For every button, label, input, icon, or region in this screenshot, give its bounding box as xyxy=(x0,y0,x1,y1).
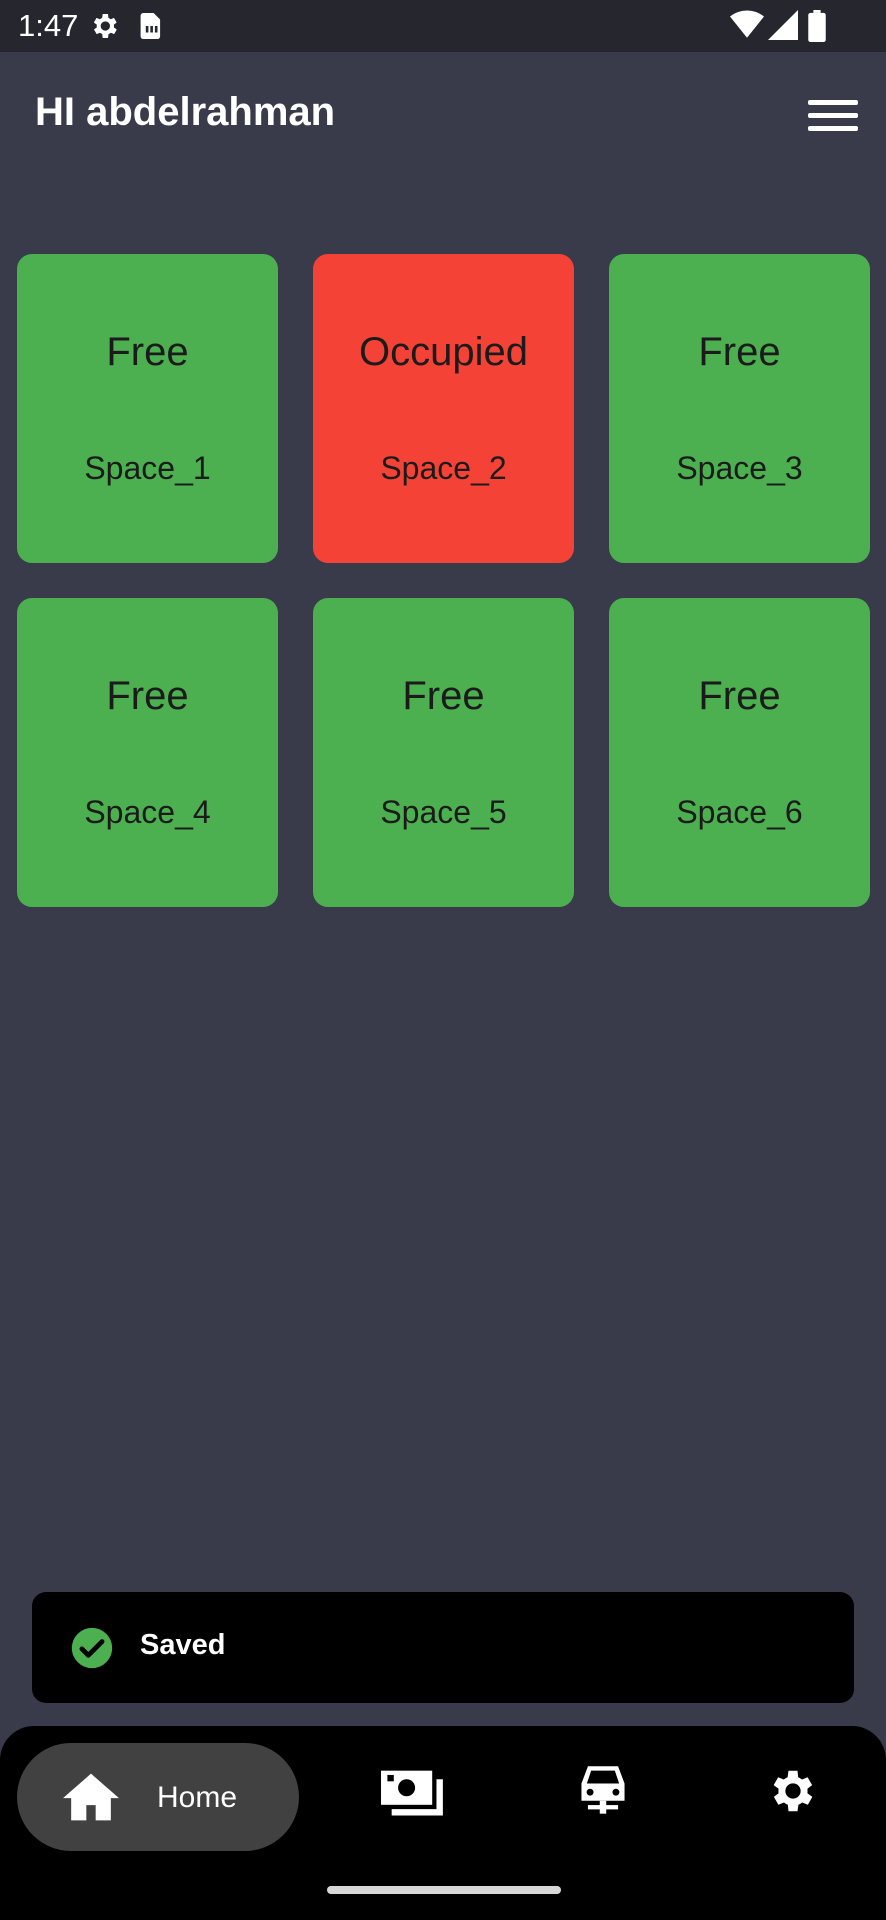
home-indicator[interactable] xyxy=(327,1886,561,1894)
snackbar-message: Saved xyxy=(140,1629,226,1661)
hamburger-menu-icon[interactable] xyxy=(806,96,860,136)
nav-item-payments[interactable] xyxy=(381,1766,445,1823)
bottom-navigation: Home xyxy=(0,1726,886,1920)
nav-item-home[interactable]: Home xyxy=(17,1743,299,1851)
car-icon xyxy=(581,1766,625,1814)
space-card[interactable]: Free Space_1 xyxy=(17,254,278,563)
greeting-title: HI abdelrahman xyxy=(35,90,336,134)
nav-item-car[interactable] xyxy=(578,1762,628,1823)
space-card[interactable]: Free Space_5 xyxy=(313,598,574,907)
status-bar: 1:47 xyxy=(0,0,886,52)
space-name: Space_4 xyxy=(84,794,211,830)
space-name: Space_2 xyxy=(380,450,507,486)
space-card[interactable]: Free Space_6 xyxy=(609,598,870,907)
space-card[interactable]: Free Space_3 xyxy=(609,254,870,563)
space-status: Free xyxy=(106,330,189,374)
space-card[interactable]: Occupied Space_2 xyxy=(313,254,574,563)
status-time: 1:47 xyxy=(18,8,79,43)
cell-signal-icon xyxy=(768,10,798,45)
settings-gear-icon xyxy=(88,10,120,47)
space-name: Space_5 xyxy=(380,794,507,830)
space-name: Space_6 xyxy=(676,794,803,830)
sim-card-icon xyxy=(138,10,164,47)
space-name: Space_1 xyxy=(84,450,211,486)
space-card[interactable]: Free Space_4 xyxy=(17,598,278,907)
space-name: Space_3 xyxy=(676,450,803,486)
nav-home-label: Home xyxy=(157,1781,238,1814)
snackbar: Saved xyxy=(32,1592,854,1703)
app-header: HI abdelrahman xyxy=(0,52,886,172)
home-icon xyxy=(63,1771,119,1828)
wifi-icon xyxy=(730,10,764,45)
space-status: Free xyxy=(698,674,781,718)
check-circle-icon xyxy=(70,1626,114,1675)
settings-icon xyxy=(773,1770,813,1812)
nav-item-settings[interactable] xyxy=(766,1764,820,1823)
space-status: Free xyxy=(402,674,485,718)
parking-space-grid: Free Space_1 Occupied Space_2 Free Space… xyxy=(17,254,870,907)
payments-icon xyxy=(381,1770,443,1816)
space-status: Occupied xyxy=(359,330,528,374)
space-status: Free xyxy=(698,330,781,374)
battery-icon xyxy=(808,10,826,47)
space-status: Free xyxy=(106,674,189,718)
